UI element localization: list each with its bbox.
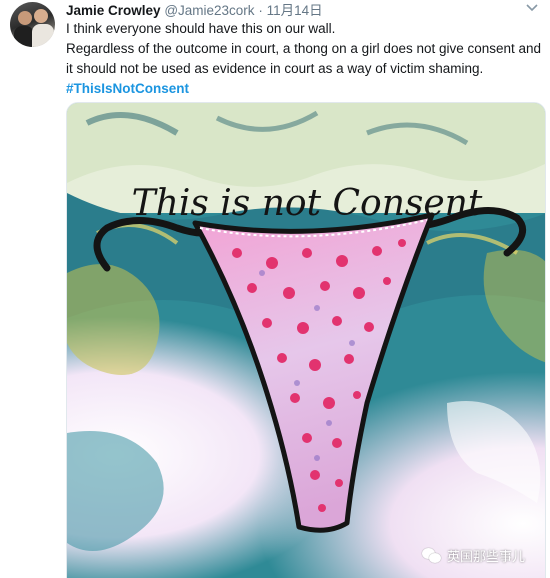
wechat-icon bbox=[422, 547, 442, 564]
watermark: 英国那些事儿 bbox=[422, 545, 525, 565]
hashtag-link[interactable]: #ThisIsNotConsent bbox=[66, 79, 544, 99]
artwork-illustration: This is not Consent bbox=[67, 103, 545, 578]
tweet-media-image[interactable]: This is not Consent bbox=[66, 102, 546, 578]
tweet-text: I think everyone should have this on our… bbox=[66, 19, 544, 99]
watermark-text: 英国那些事儿 bbox=[447, 548, 526, 564]
display-name[interactable]: Jamie Crowley bbox=[66, 3, 161, 18]
tweet-timestamp[interactable]: 11月14日 bbox=[267, 3, 323, 18]
user-handle[interactable]: @Jamie23cork bbox=[164, 3, 254, 18]
avatar-figure-left bbox=[14, 26, 34, 47]
chevron-down-icon[interactable] bbox=[526, 4, 538, 15]
tweet-header: Jamie Crowley @Jamie23cork · 11月14日 bbox=[66, 2, 323, 19]
artwork-caption-text: This is not Consent bbox=[132, 183, 483, 224]
tweet-text-line: I think everyone should have this on our… bbox=[66, 21, 336, 36]
separator-dot: · bbox=[258, 3, 263, 18]
tweet-text-paragraph: Regardless of the outcome in court, a th… bbox=[66, 41, 542, 76]
tweet[interactable]: Jamie Crowley @Jamie23cork · 11月14日 I th… bbox=[0, 0, 550, 578]
avatar-figure-right bbox=[32, 24, 54, 47]
avatar-face-right bbox=[34, 9, 48, 23]
avatar-face-left bbox=[18, 11, 32, 25]
avatar[interactable] bbox=[10, 2, 55, 47]
